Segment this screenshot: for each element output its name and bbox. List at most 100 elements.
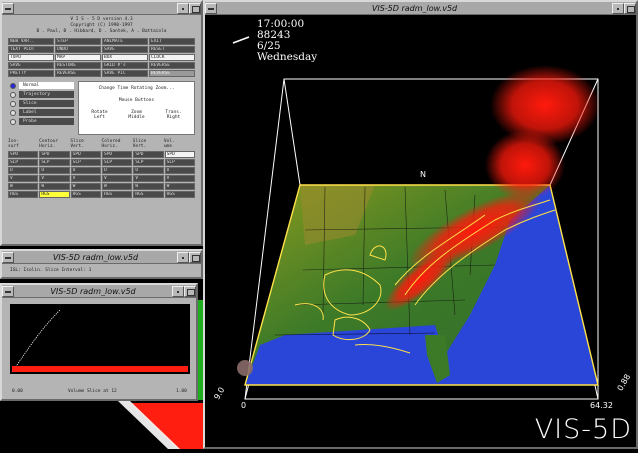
radio-icon [10,91,16,98]
radio-icon [10,100,16,107]
radio-label: Normal [19,82,74,89]
var-cell[interactable]: HGS [102,191,133,198]
reverse-button[interactable]: REVERSE [55,70,101,77]
maximize-icon[interactable] [189,251,201,263]
volume-graph-titlebar[interactable]: VIS-5D radm_low.v5d [2,285,196,298]
volume-graph-title: VIS-5D radm_low.v5d [50,286,136,296]
grid-numbers-button[interactable]: GRID #'s [102,62,148,69]
save-pic-button[interactable]: SAVE PIC [102,70,148,77]
radio-trajectory[interactable]: Trajectory [8,90,74,99]
var-cell[interactable]: U [8,167,39,174]
radio-icon [10,118,16,125]
var-cell[interactable]: U [133,167,164,174]
var-cell[interactable]: V [102,175,133,182]
radio-normal[interactable]: Normal [8,81,74,90]
var-cell[interactable]: V [70,175,101,182]
var-cell[interactable]: HGS [133,191,164,198]
minimize-icon[interactable] [177,251,189,263]
restore-button[interactable]: RESTORE [55,62,101,69]
weekday-label: Wednesday [257,51,318,63]
topo-button[interactable]: TOPO [8,54,54,61]
reverse-button[interactable]: REVERSE [149,62,195,69]
reverse-button[interactable]: REVERSE [149,70,195,77]
var-cell[interactable]: SPD [70,151,101,158]
volume-graph-window: VIS-5D radm_low.v5d 0.00 Volume Slice at… [0,283,198,401]
var-cell[interactable]: SPD [8,151,39,158]
var-cell[interactable]: HGS [164,191,195,198]
var-cell[interactable]: V [164,175,195,182]
var-cell[interactable]: SLP [70,159,101,166]
var-cell[interactable]: V [133,175,164,182]
var-cell[interactable]: SPD [133,151,164,158]
minimize-icon[interactable] [177,2,189,14]
window-menu-icon[interactable] [2,2,14,14]
minimize-icon[interactable] [612,2,624,14]
table-subheader: Vert. [70,144,84,149]
text-plot-button[interactable]: TEXT PLOT [8,46,54,53]
var-cell[interactable]: SLP [8,159,39,166]
var-cell[interactable]: V [8,175,39,182]
var-cell[interactable]: U [39,167,70,174]
graph-footer-left: 0.00 [12,389,23,394]
table-subheader: surf [8,144,19,149]
var-cell[interactable]: V [39,175,70,182]
var-cell[interactable]: HGS [70,191,101,198]
var-cell[interactable]: U [70,167,101,174]
slice-info-title: VIS-5D radm_low.v5d [52,252,139,262]
pretty-button[interactable]: PRETTY [8,70,54,77]
window-menu-icon[interactable] [2,285,14,297]
var-cell[interactable]: W [164,183,195,190]
undo-button[interactable]: UNDO [55,46,101,53]
var-cell[interactable]: SLP [39,159,70,166]
var-cell[interactable]: W [39,183,70,190]
vis5d-logo: VIS-5D [534,414,632,445]
reset-button[interactable]: RESET [149,46,195,53]
var-cell[interactable]: U [102,167,133,174]
info-col: Middle [128,115,145,120]
radio-slice[interactable]: Slice [8,99,74,108]
map-button[interactable]: MAP [55,54,101,61]
exit-button[interactable]: EXIT [149,38,195,45]
slice-info-titlebar[interactable]: VIS-5D radm_low.v5d [2,251,201,264]
clock-button[interactable]: CLOCK [149,54,195,61]
var-cell[interactable]: W [70,183,101,190]
radio-label: Slice [19,100,74,107]
animate-button[interactable]: ANIMATE [102,38,148,45]
mouse-info-panel: Change Time Rotating Zoom... Mouse Butto… [78,81,195,135]
render-viewport[interactable]: 17:00:00 88243 6/25 Wednesday N 0 64.32 … [205,15,636,447]
radio-label-mode[interactable]: Label [8,108,74,117]
new-var-button[interactable]: NEW VAR.. [8,38,54,45]
maximize-icon[interactable] [189,2,201,14]
var-cell[interactable]: U [164,167,195,174]
vis5d-3d-title: VIS-5D radm_low.v5d [371,3,458,13]
var-cell[interactable]: SLP [102,159,133,166]
background-graphic [118,401,203,449]
maximize-icon[interactable] [184,285,196,297]
step-button[interactable]: STEP [55,38,101,45]
plume-mid [485,130,565,200]
var-cell[interactable]: HGS [8,191,39,198]
var-cell[interactable]: SPD [39,151,70,158]
var-cell[interactable]: W [102,183,133,190]
save-button[interactable]: SAVE [8,62,54,69]
vis5d-3d-titlebar[interactable]: VIS-5D radm_low.v5d [205,2,636,15]
var-cell[interactable]: SLP [164,159,195,166]
window-menu-icon[interactable] [205,2,217,14]
transfer-curve-area[interactable] [10,304,190,376]
box-button[interactable]: BOX [102,54,148,61]
var-cell[interactable]: W [133,183,164,190]
var-cell[interactable]: SPD [164,151,195,158]
radio-probe[interactable]: Probe [8,117,74,126]
opacity-curve [11,309,61,373]
slice-info-text: ISL: Isolin. Slice Interval: 1 [10,268,92,273]
save-button[interactable]: SAVE [102,46,148,53]
window-menu-icon[interactable] [2,251,14,263]
var-cell[interactable]: W [8,183,39,190]
var-cell[interactable]: SLP [133,159,164,166]
var-cell-selected[interactable]: HGS [39,191,70,198]
maximize-icon[interactable] [624,2,636,14]
variable-grid: SPD SPD SPD SPD SPD SPD SLP SLP SLP SLP … [8,151,195,198]
minimize-icon[interactable] [172,285,184,297]
control-panel-titlebar[interactable] [2,2,201,15]
var-cell[interactable]: SPD [102,151,133,158]
